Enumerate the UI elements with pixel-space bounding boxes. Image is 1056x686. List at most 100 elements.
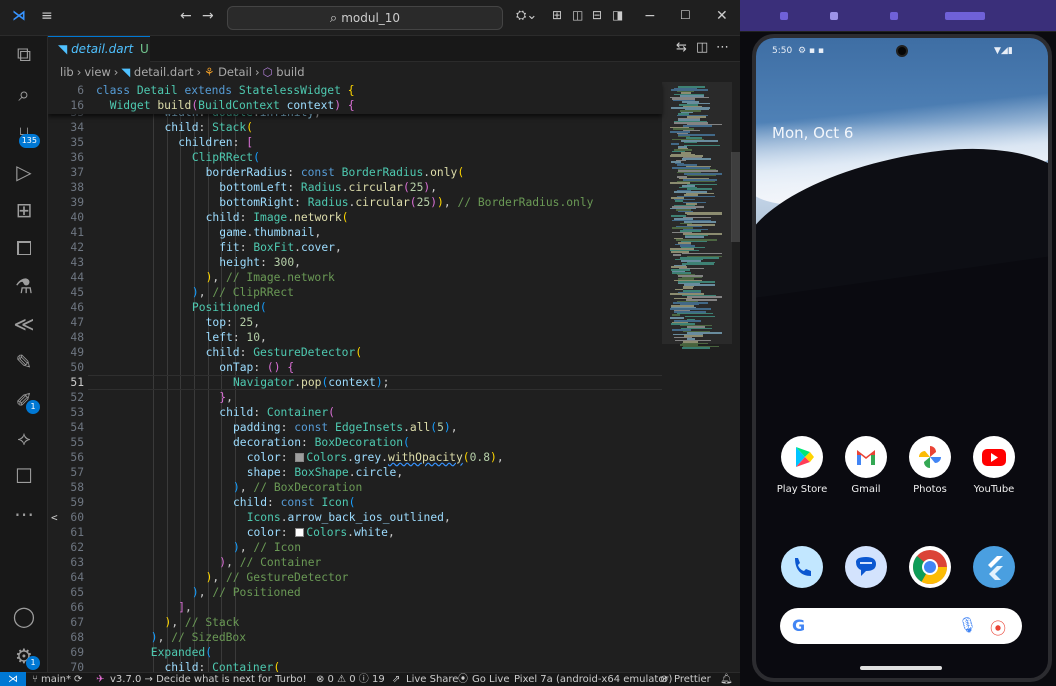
sync-icon[interactable]: ⟳	[74, 673, 82, 686]
problems-indicator[interactable]: ⊗ 0 ⚠ 0 ⓘ 19	[316, 673, 385, 686]
source-control-icon[interactable]: ⑂135	[0, 116, 48, 152]
code-line[interactable]: 37 borderRadius: const BorderRadius.only(	[48, 165, 662, 180]
search-activity-icon[interactable]: ⌕	[0, 76, 48, 112]
code-line[interactable]: 70 child: Container(	[48, 660, 662, 672]
code-line[interactable]: 6 class Detail extends StatelessWidget {	[48, 83, 662, 98]
remote-indicator-icon[interactable]: ⋊	[0, 672, 26, 686]
mic-icon[interactable]: 🎙︎	[958, 616, 977, 634]
tool-extension-icon[interactable]: ✐ 1	[0, 382, 48, 418]
tab-detail-dart[interactable]: ◥ detail.dart U ×	[48, 36, 150, 80]
toggle-sidebar-icon[interactable]: ◫	[572, 8, 583, 22]
split-editor-icon[interactable]: ◫	[696, 40, 708, 55]
compare-changes-icon[interactable]: ⇆	[676, 40, 687, 55]
app-gmail[interactable]: Gmail	[836, 436, 896, 495]
code-line[interactable]: 39 bottomRight: Radius.circular(25)), // …	[48, 195, 662, 210]
home-date[interactable]: Mon, Oct 6	[772, 124, 853, 142]
forward-arrow-icon[interactable]: →	[202, 8, 214, 24]
toggle-secondary-sidebar-icon[interactable]: ◨	[612, 8, 623, 22]
breadcrumb-lib[interactable]: lib	[60, 65, 74, 79]
device-selector[interactable]: Pixel 7a (android-x64 emulator)	[514, 673, 672, 686]
accounts-icon[interactable]: ◯	[0, 598, 48, 634]
code-line[interactable]: 67), // Stack	[48, 615, 662, 630]
settings-gear-icon[interactable]: ⚙ 1	[0, 638, 48, 674]
command-center-search[interactable]: ⌕ modul_10	[227, 6, 503, 30]
turbo-message[interactable]: v3.7.0 → Decide what is next for Turbo!	[110, 673, 307, 686]
sticky-scroll[interactable]: 6 class Detail extends StatelessWidget {1…	[48, 82, 662, 114]
go-live-button[interactable]: Go Live	[472, 673, 509, 686]
app-youtube[interactable]: YouTube	[964, 436, 1024, 495]
chat-icon[interactable]: ☐	[0, 458, 48, 494]
code-line[interactable]: 48 left: 10,	[48, 330, 662, 345]
back-arrow-icon[interactable]: ←	[180, 8, 192, 24]
code-line[interactable]: 43 height: 300,	[48, 255, 662, 270]
code-line[interactable]: 63), // Container	[48, 555, 662, 570]
more-icon[interactable]: ⋯	[0, 496, 48, 532]
phone-screen[interactable]: 5:50 ⚙ ▪ ▪ ▼◢▮ Mon, Oct 6 Play Store Gma…	[752, 34, 1052, 682]
code-line[interactable]: 44), // Image.network	[48, 270, 662, 285]
code-line[interactable]: 61 color: Colors.white,	[48, 525, 662, 540]
code-line[interactable]: 49 child: GestureDetector(	[48, 345, 662, 360]
code-line[interactable]: 45), // ClipRRect	[48, 285, 662, 300]
fold-chevron-icon[interactable]: <	[51, 510, 58, 525]
code-line[interactable]: 57 shape: BoxShape.circle,	[48, 465, 662, 480]
code-line[interactable]: 51 Navigator.pop(context);	[48, 375, 662, 390]
flutter-icon[interactable]: ≪	[0, 306, 48, 342]
emulator-control-icon[interactable]	[945, 12, 985, 20]
code-line[interactable]: 59 child: const Icon(	[48, 495, 662, 510]
copilot-chat-icon[interactable]: ✎	[0, 344, 48, 380]
app-messages[interactable]	[836, 546, 896, 588]
testing-icon[interactable]: ⚗	[0, 268, 48, 304]
app-play-store[interactable]: Play Store	[772, 436, 832, 495]
app-chrome[interactable]	[900, 546, 960, 588]
code-line[interactable]: 35 children: [	[48, 135, 662, 150]
minimize-icon[interactable]: −	[644, 8, 656, 24]
breadcrumb-file[interactable]: detail.dart	[134, 65, 194, 79]
code-line[interactable]: 69 Expanded(	[48, 645, 662, 660]
maximize-icon[interactable]: ☐	[680, 8, 691, 22]
code-line[interactable]: 40 child: Image.network(	[48, 210, 662, 225]
code-line[interactable]: 66],	[48, 600, 662, 615]
customize-layout-icon[interactable]: ⊞	[552, 8, 562, 22]
code-line[interactable]: 64), // GestureDetector	[48, 570, 662, 585]
copilot-icon[interactable]: ⛭⌄	[516, 8, 537, 23]
breadcrumb-view[interactable]: view	[84, 65, 110, 79]
notifications-icon[interactable]: 🔔︎	[720, 673, 733, 686]
close-window-icon[interactable]: ✕	[716, 8, 728, 24]
google-search-bar[interactable]: G 🎙︎ ⦿	[780, 608, 1022, 644]
code-line[interactable]: 60 < Icons.arrow_back_ios_outlined,	[48, 510, 662, 525]
code-line[interactable]: 65), // Positioned	[48, 585, 662, 600]
prettier-status[interactable]: Prettier	[674, 673, 711, 686]
explorer-icon[interactable]: ⧉	[0, 36, 48, 72]
branch-name[interactable]: main*	[41, 673, 71, 686]
code-line[interactable]: 62), // Icon	[48, 540, 662, 555]
menu-icon[interactable]: ≡	[41, 8, 53, 24]
breadcrumb-class[interactable]: Detail	[218, 65, 252, 79]
app-photos[interactable]: Photos	[900, 436, 960, 495]
lens-icon[interactable]: ⦿	[990, 615, 1006, 639]
code-line[interactable]: 34 child: Stack(	[48, 120, 662, 135]
code-line[interactable]: 68), // SizedBox	[48, 630, 662, 645]
code-line[interactable]: 38 bottomLeft: Radius.circular(25),	[48, 180, 662, 195]
app-phone[interactable]	[772, 546, 832, 588]
vertical-scrollbar[interactable]	[731, 152, 740, 242]
minimap[interactable]	[662, 82, 740, 672]
emulator-control-icon[interactable]	[780, 12, 788, 20]
code-line[interactable]: 52},	[48, 390, 662, 405]
code-line[interactable]: 58), // BoxDecoration	[48, 480, 662, 495]
app-flutter[interactable]	[964, 546, 1024, 588]
docker-icon[interactable]: ⟡	[0, 420, 48, 456]
editor-more-icon[interactable]: ⋯	[716, 40, 729, 55]
run-debug-icon[interactable]: ▷	[0, 154, 48, 190]
emulator-control-icon[interactable]	[890, 12, 898, 20]
code-line[interactable]: 53 child: Container(	[48, 405, 662, 420]
live-share-button[interactable]: Live Share	[406, 673, 458, 686]
code-line[interactable]: 55 decoration: BoxDecoration(	[48, 435, 662, 450]
remote-explorer-icon[interactable]: ⧠	[0, 230, 48, 266]
emulator-control-icon[interactable]	[830, 12, 838, 20]
toggle-panel-icon[interactable]: ⊟	[592, 8, 602, 22]
code-line[interactable]: 36 ClipRRect(	[48, 150, 662, 165]
code-editor[interactable]: 33width: double.infinity,34child: Stack(…	[48, 82, 740, 672]
code-line[interactable]: 50 onTap: () {	[48, 360, 662, 375]
code-line[interactable]: 56 color: Colors.grey.withOpacity(0.8),	[48, 450, 662, 465]
extensions-icon[interactable]: ⊞	[0, 192, 48, 228]
